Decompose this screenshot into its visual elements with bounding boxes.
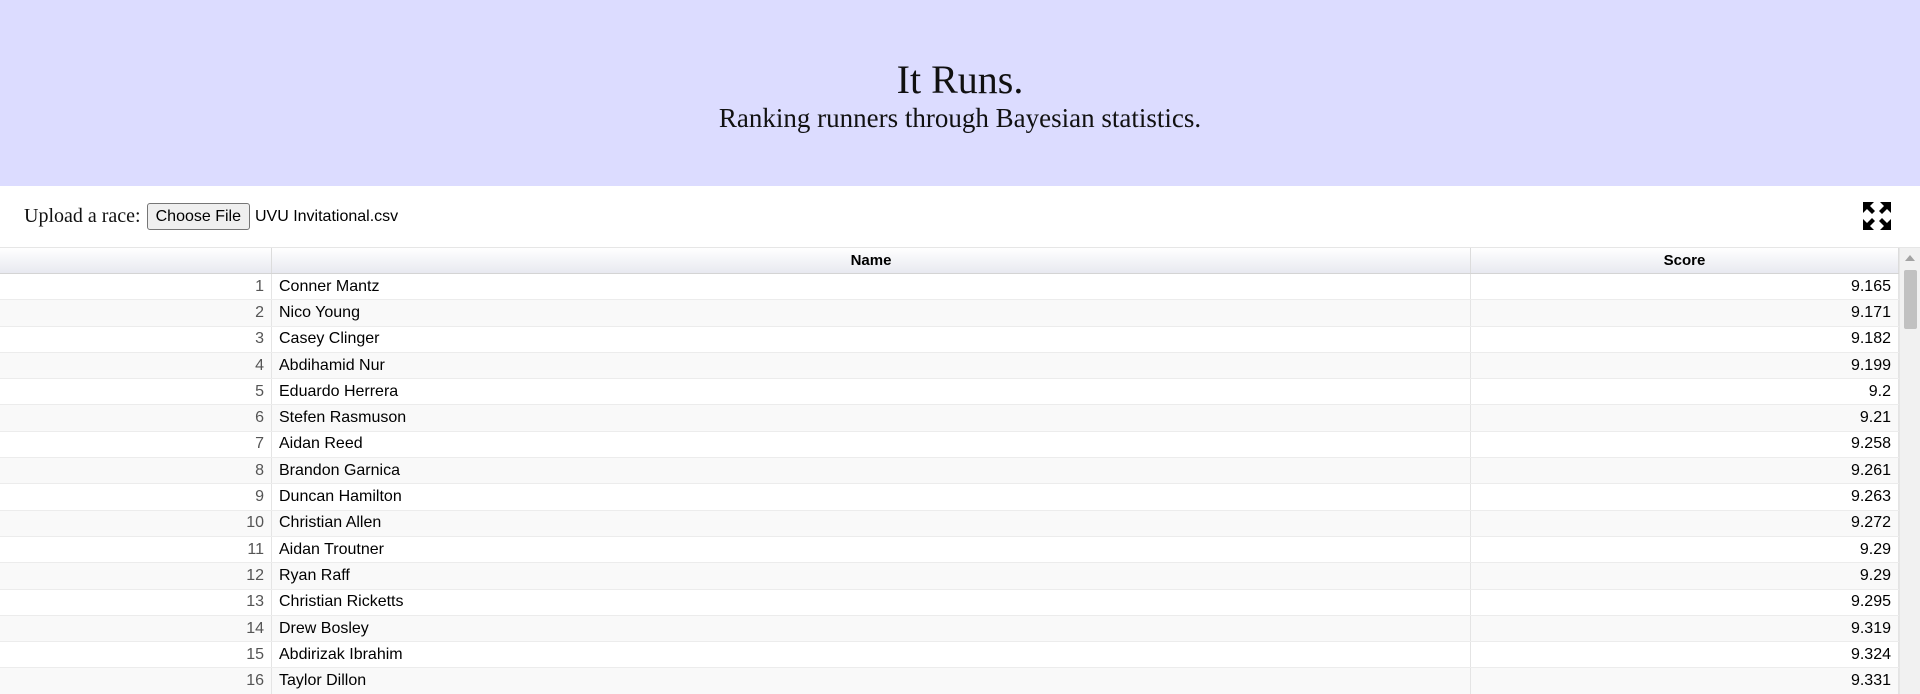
row-rank: 6: [0, 405, 272, 431]
row-score: 9.258: [1471, 431, 1899, 458]
row-name: Drew Bosley: [272, 615, 1471, 642]
row-rank: 3: [0, 326, 272, 352]
row-score: 9.331: [1471, 668, 1899, 694]
table-row[interactable]: 1 Conner Mantz 9.165: [0, 274, 1920, 301]
row-name: Abdihamid Nur: [272, 352, 1471, 379]
row-score: 9.21: [1471, 405, 1899, 431]
row-score: 9.261: [1471, 458, 1899, 484]
row-score: 9.295: [1471, 589, 1899, 615]
table-row[interactable]: 9 Duncan Hamilton 9.263: [0, 484, 1920, 511]
row-name: Duncan Hamilton: [272, 484, 1471, 510]
row-rank: 8: [0, 458, 272, 484]
row-score: 9.319: [1471, 615, 1899, 642]
row-score: 9.199: [1471, 352, 1899, 379]
row-score: 9.2: [1471, 379, 1899, 405]
table-row[interactable]: 8 Brandon Garnica 9.261: [0, 458, 1920, 485]
row-name: Ryan Raff: [272, 563, 1471, 589]
table-row[interactable]: 6 Stefen Rasmuson 9.21: [0, 405, 1920, 432]
column-header-index[interactable]: [0, 248, 272, 273]
row-rank: 15: [0, 642, 272, 668]
row-name: Taylor Dillon: [272, 668, 1471, 694]
row-score: 9.263: [1471, 484, 1899, 510]
upload-label: Upload a race:: [24, 205, 141, 227]
table-row[interactable]: 2 Nico Young 9.171: [0, 300, 1920, 327]
column-header-score[interactable]: Score: [1471, 248, 1899, 273]
page-header: It Runs. Ranking runners through Bayesia…: [0, 0, 1920, 186]
grid-header: Name Score: [0, 248, 1920, 274]
table-row[interactable]: 12 Ryan Raff 9.29: [0, 563, 1920, 590]
row-rank: 9: [0, 484, 272, 510]
column-header-name[interactable]: Name: [272, 248, 1471, 273]
vertical-scrollbar[interactable]: [1899, 248, 1920, 694]
row-name: Christian Allen: [272, 510, 1471, 536]
table-row[interactable]: 14 Drew Bosley 9.319: [0, 615, 1920, 643]
table-row[interactable]: 15 Abdirizak Ibrahim 9.324: [0, 642, 1920, 669]
row-score: 9.29: [1471, 563, 1899, 589]
row-name: Nico Young: [272, 300, 1471, 326]
table-row[interactable]: 11 Aidan Troutner 9.29: [0, 536, 1920, 564]
row-name: Abdirizak Ibrahim: [272, 642, 1471, 668]
row-rank: 4: [0, 352, 272, 379]
row-name: Stefen Rasmuson: [272, 405, 1471, 431]
row-name: Casey Clinger: [272, 326, 1471, 352]
scroll-up-arrow-icon[interactable]: [1905, 255, 1915, 261]
row-score: 9.29: [1471, 536, 1899, 563]
row-rank: 2: [0, 300, 272, 326]
row-rank: 12: [0, 563, 272, 589]
table-row[interactable]: 16 Taylor Dillon 9.331: [0, 668, 1920, 694]
row-score: 9.171: [1471, 300, 1899, 326]
row-name: Conner Mantz: [272, 274, 1471, 300]
scroll-thumb[interactable]: [1904, 270, 1917, 329]
row-score: 9.324: [1471, 642, 1899, 668]
row-score: 9.165: [1471, 274, 1899, 300]
table-row[interactable]: 4 Abdihamid Nur 9.199: [0, 352, 1920, 380]
row-rank: 11: [0, 536, 272, 563]
choose-file-button[interactable]: Choose File: [146, 203, 250, 230]
row-rank: 7: [0, 431, 272, 458]
row-score: 9.182: [1471, 326, 1899, 352]
row-rank: 5: [0, 379, 272, 405]
row-name: Aidan Reed: [272, 431, 1471, 458]
expand-arrows-icon[interactable]: [1862, 201, 1892, 231]
table-row[interactable]: 3 Casey Clinger 9.182: [0, 326, 1920, 353]
row-rank: 16: [0, 668, 272, 694]
table-row[interactable]: 5 Eduardo Herrera 9.2: [0, 379, 1920, 406]
row-name: Christian Ricketts: [272, 589, 1471, 615]
row-rank: 14: [0, 615, 272, 642]
row-name: Aidan Troutner: [272, 536, 1471, 563]
row-rank: 10: [0, 510, 272, 536]
page-title: It Runs.: [896, 57, 1024, 102]
row-rank: 1: [0, 274, 272, 300]
table-row[interactable]: 13 Christian Ricketts 9.295: [0, 589, 1920, 616]
table-row[interactable]: 7 Aidan Reed 9.258: [0, 431, 1920, 459]
selected-file-name: UVU Invitational.csv: [254, 207, 399, 225]
results-grid: Name Score 1 Conner Mantz 9.165 2 Nico Young…: [0, 247, 1920, 694]
grid-body: 1 Conner Mantz 9.165 2 Nico Young 9.171 3 Casey…: [0, 274, 1920, 694]
row-name: Brandon Garnica: [272, 458, 1471, 484]
row-score: 9.272: [1471, 510, 1899, 536]
page-subtitle: Ranking runners through Bayesian statist…: [718, 103, 1202, 133]
upload-toolbar: Upload a race: Choose File UVU Invitatio…: [0, 186, 1920, 247]
row-name: Eduardo Herrera: [272, 379, 1471, 405]
table-row[interactable]: 10 Christian Allen 9.272: [0, 510, 1920, 537]
row-rank: 13: [0, 589, 272, 615]
